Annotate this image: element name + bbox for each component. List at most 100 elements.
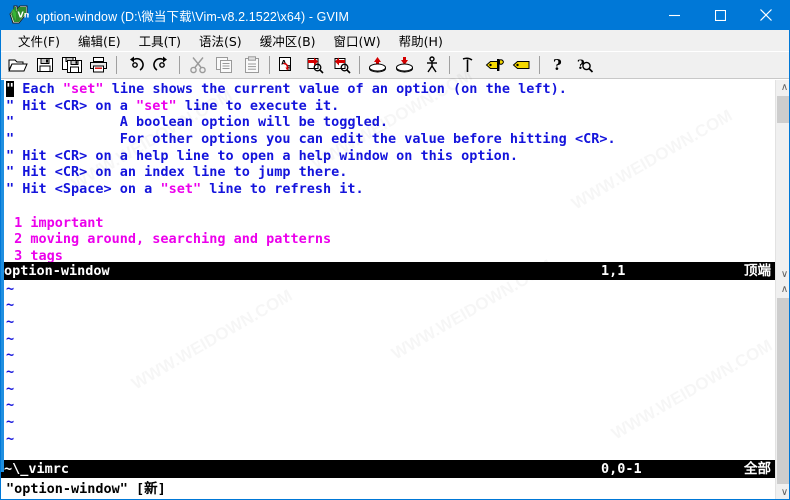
menu-buffers[interactable]: 缓冲区(B) xyxy=(251,29,325,53)
text-span: line to execute it. xyxy=(176,97,340,114)
scrollbar-vimrc[interactable]: ∧ ∨ xyxy=(775,282,789,499)
editor-line: " Each "set" line shows the current valu… xyxy=(6,81,775,98)
scrollbar-column: ∧ ∨ ∧ ∨ xyxy=(775,80,789,499)
text-span: ~ xyxy=(6,430,15,447)
vim-left-border xyxy=(1,80,4,472)
save-session-icon[interactable] xyxy=(391,53,418,78)
editor-line: " Hit <Space> on a "set" line to refresh… xyxy=(6,181,775,198)
scroll-up-icon[interactable]: ∧ xyxy=(777,282,789,297)
copy-icon[interactable] xyxy=(211,53,238,78)
text-span: " Hit <CR> on a xyxy=(6,97,137,114)
text-span: "set" xyxy=(136,97,177,114)
print-icon[interactable] xyxy=(85,53,112,78)
scroll-up-icon[interactable]: ∧ xyxy=(777,80,789,95)
option-window-buffer[interactable]: " Each "set" line shows the current valu… xyxy=(1,80,775,262)
editor-line: 1 important xyxy=(6,215,775,232)
svg-text:?: ? xyxy=(577,58,585,73)
find-help-icon[interactable]: ? xyxy=(571,53,598,78)
find-prev-icon[interactable] xyxy=(328,53,355,78)
editor-line: " A boolean option will be toggled. xyxy=(6,114,775,131)
load-session-icon[interactable] xyxy=(364,53,391,78)
option-window-text: " Each "set" line shows the current valu… xyxy=(1,80,775,262)
menu-syntax[interactable]: 语法(S) xyxy=(190,29,251,53)
scrollbar-thumb[interactable] xyxy=(777,96,789,123)
run-script-icon[interactable] xyxy=(418,53,445,78)
vim-windows: " Each "set" line shows the current valu… xyxy=(1,80,775,499)
status-scroll-position: 顶端 xyxy=(744,262,771,279)
editor-line: " For other options you can edit the val… xyxy=(6,131,775,148)
status-cursor-position: 1,1 xyxy=(601,262,626,279)
find-replace-icon[interactable]: A B xyxy=(274,53,301,78)
jump-tag-icon[interactable] xyxy=(508,53,535,78)
close-button[interactable] xyxy=(743,0,789,30)
editor-line: ~ xyxy=(6,414,775,431)
toolbar-separator xyxy=(179,56,180,74)
text-span: ~ xyxy=(6,397,15,414)
menu-window[interactable]: 窗口(W) xyxy=(325,29,390,53)
scrollbar-option-window[interactable]: ∧ ∨ xyxy=(775,80,789,282)
vimrc-buffer[interactable]: ~ ~ ~ ~ ~ ~ ~ ~ ~ ~ xyxy=(1,279,775,461)
text-span: ~ xyxy=(6,297,15,314)
title-bar: Vm option-window (D:\微当下载\Vim-v8.2.1522\… xyxy=(1,0,789,30)
text-span: ~ xyxy=(6,280,15,297)
paste-icon[interactable] xyxy=(238,53,265,78)
editor-line: " Hit <CR> on a help line to open a help… xyxy=(6,148,775,165)
scroll-down-icon[interactable]: ∨ xyxy=(777,485,789,499)
undo-icon[interactable] xyxy=(121,53,148,78)
editor-line: ~ xyxy=(6,397,775,414)
status-buffer-name: ~\_vimrc xyxy=(4,461,70,478)
menu-tools[interactable]: 工具(T) xyxy=(130,29,190,53)
scrollbar-thumb[interactable] xyxy=(777,298,789,484)
scroll-down-icon[interactable]: ∨ xyxy=(777,267,789,282)
editor-line: ~ xyxy=(6,281,775,298)
command-line[interactable]: "option-window" [新] xyxy=(1,478,775,499)
editor-line: ~ xyxy=(6,364,775,381)
toolbar-separator xyxy=(359,56,360,74)
status-line-vimrc[interactable]: ~\_vimrc 0,0-1 全部 xyxy=(1,460,775,479)
editor-line: ~ xyxy=(6,347,775,364)
window-title: option-window (D:\微当下载\Vim-v8.2.1522\x64… xyxy=(36,9,350,24)
text-span: "set" xyxy=(160,181,202,198)
find-next-icon[interactable] xyxy=(301,53,328,78)
text-span: 2 moving around, searching and patterns xyxy=(6,231,332,248)
toolbar-separator xyxy=(116,56,117,74)
window-controls xyxy=(651,0,789,30)
redo-icon[interactable] xyxy=(148,53,175,78)
build-tags-icon[interactable] xyxy=(481,53,508,78)
vim-icon: Vm xyxy=(7,4,29,26)
status-cursor-position: 0,0-1 xyxy=(601,461,642,478)
cut-icon[interactable] xyxy=(184,53,211,78)
menu-bar: 文件(F) 编辑(E) 工具(T) 语法(S) 缓冲区(B) 窗口(W) 帮助(… xyxy=(1,30,789,52)
text-span: "set" xyxy=(62,81,104,97)
text-span: ~ xyxy=(6,414,15,430)
text-span: ~ xyxy=(6,313,15,330)
menu-help[interactable]: 帮助(H) xyxy=(390,29,452,53)
menu-file[interactable]: 文件(F) xyxy=(9,29,69,53)
text-span: Each xyxy=(14,81,63,97)
maximize-button[interactable] xyxy=(697,0,743,30)
gvim-window: Vm option-window (D:\微当下载\Vim-v8.2.1522\… xyxy=(0,0,790,500)
editor-line: ~ xyxy=(6,381,775,398)
text-span: " Hit <CR> on an index line to jump ther… xyxy=(6,164,348,181)
text-span: " A boolean option will be toggled. xyxy=(6,114,389,131)
editor-line: ~ xyxy=(6,431,775,448)
editor-line: 2 moving around, searching and patterns xyxy=(6,231,775,248)
text-span: " For other options you can edit the val… xyxy=(6,131,616,148)
save-all-icon[interactable] xyxy=(58,53,85,78)
text-span: line shows the current value of an optio… xyxy=(103,81,567,97)
toolbar-separator xyxy=(269,56,270,74)
minimize-button[interactable] xyxy=(651,0,697,30)
open-file-icon[interactable] xyxy=(4,53,31,78)
editor-line: ~ xyxy=(6,331,775,348)
toolbar-separator xyxy=(449,56,450,74)
vim-editor-area: " Each "set" line shows the current valu… xyxy=(1,80,789,499)
status-line-option-window[interactable]: option-window 1,1 顶端 xyxy=(1,261,775,280)
toolbar: A B ? ? xyxy=(1,52,789,79)
toolbar-separator xyxy=(539,56,540,74)
make-icon[interactable] xyxy=(454,53,481,78)
help-icon[interactable]: ? xyxy=(544,53,571,78)
svg-text:Vm: Vm xyxy=(18,11,30,20)
save-icon[interactable] xyxy=(31,53,58,78)
menu-edit[interactable]: 编辑(E) xyxy=(69,29,130,53)
